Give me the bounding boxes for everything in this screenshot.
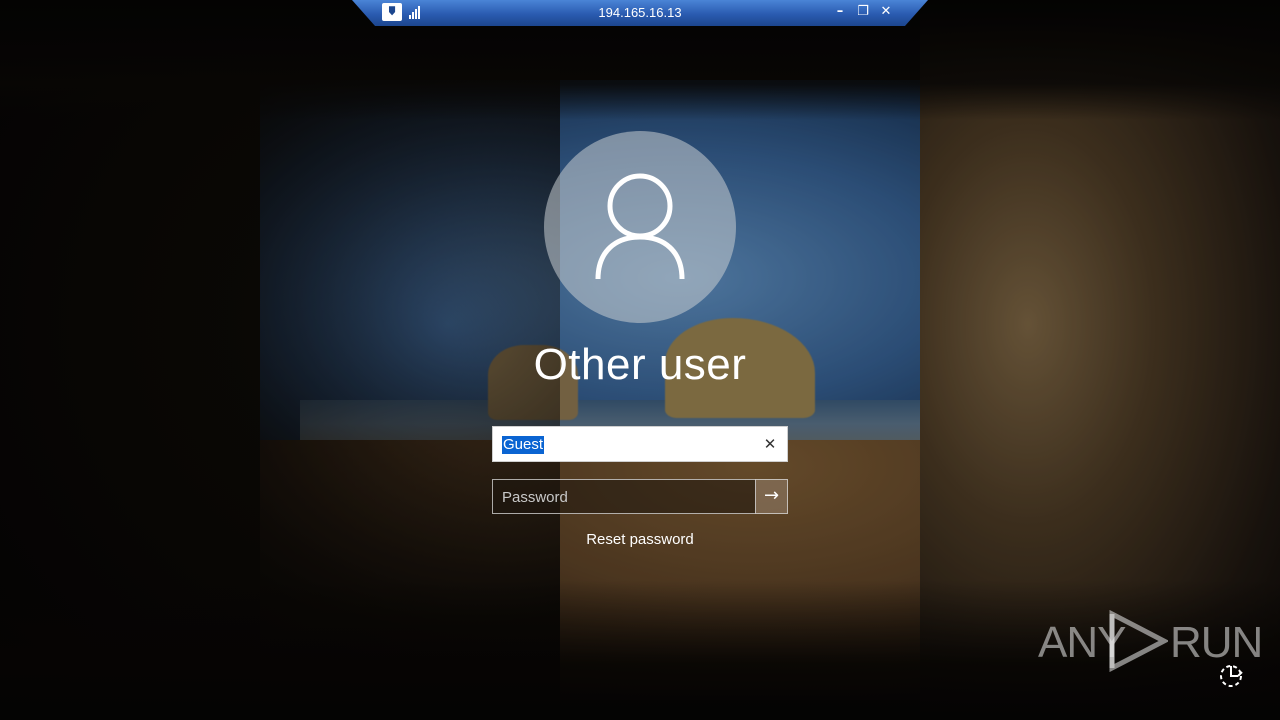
rdp-connection-bar: 🠷 194.165.16.13 – ❐ ✕ [352, 0, 928, 26]
ease-of-access-icon[interactable] [1216, 660, 1246, 690]
play-logo-icon [1109, 610, 1168, 672]
username-value[interactable]: Guest [502, 436, 545, 454]
minimize-button[interactable]: – [831, 3, 849, 21]
submit-arrow-button[interactable]: → [755, 479, 788, 514]
restore-button[interactable]: ❐ [854, 3, 872, 21]
password-field[interactable]: Password [492, 479, 756, 514]
reset-password-link[interactable]: Reset password [540, 531, 740, 548]
user-avatar [544, 131, 736, 323]
account-name: Other user [533, 340, 747, 389]
password-placeholder: Password [502, 489, 568, 506]
username-field[interactable]: Guest ✕ [492, 426, 788, 462]
anyrun-watermark: ANY RUN [1038, 608, 1263, 672]
user-avatar-icon [595, 173, 685, 280]
clear-icon[interactable]: ✕ [759, 433, 781, 455]
close-button[interactable]: ✕ [877, 3, 895, 21]
